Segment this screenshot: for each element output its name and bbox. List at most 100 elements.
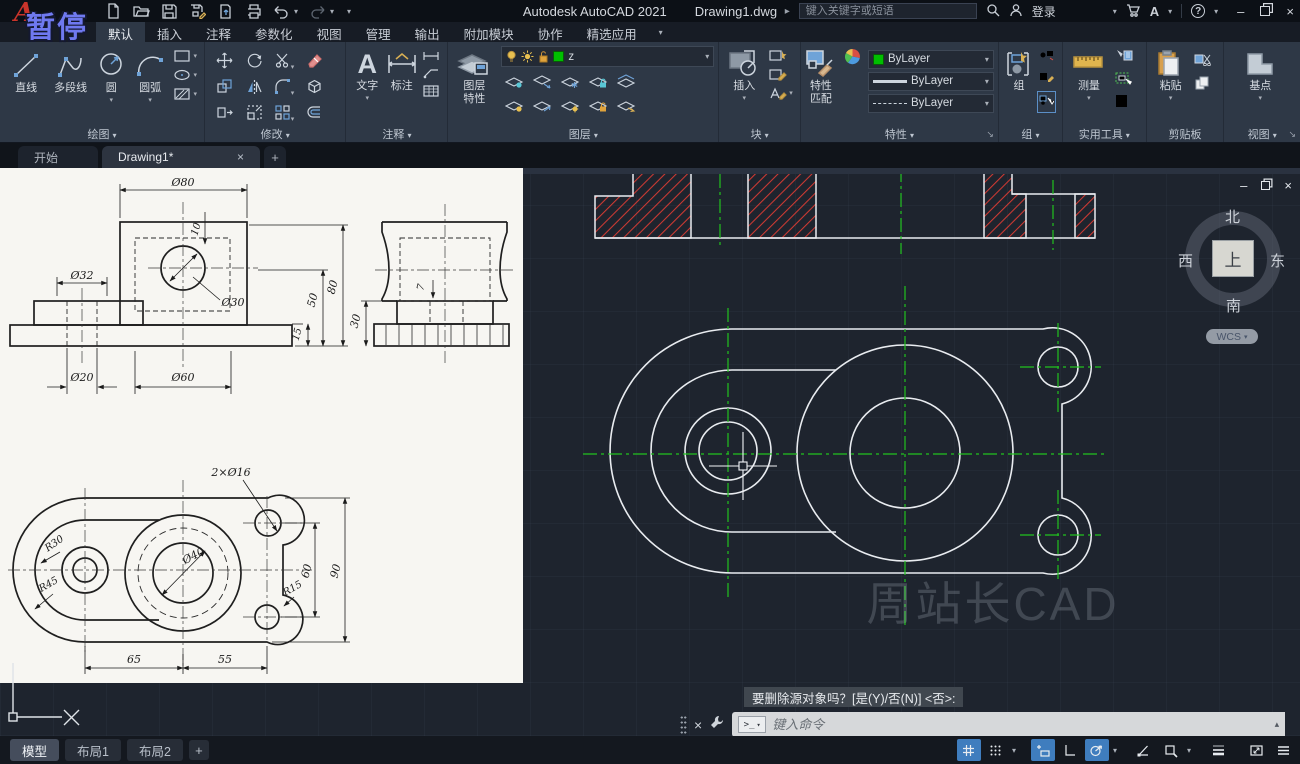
trim-icon[interactable]: ▾ [274, 52, 295, 74]
osnap-settings-toggle[interactable] [1159, 739, 1183, 761]
drawing-close-button[interactable]: × [1284, 178, 1292, 193]
minimize-button[interactable]: – [1237, 4, 1244, 19]
dimension-button[interactable]: 标注 [384, 46, 419, 102]
base-point-button[interactable]: 基点 ▾ [1228, 46, 1292, 102]
mirror-icon[interactable] [246, 78, 263, 100]
panel-label-clipboard[interactable]: 剪贴板 [1147, 126, 1224, 141]
reference-image[interactable]: Ø80 Ø32 10 Ø30 Ø20 Ø60 [0, 168, 523, 683]
copy-clip-icon[interactable] [1194, 76, 1212, 95]
dynamic-input-toggle[interactable] [1031, 739, 1055, 761]
object-color-dropdown[interactable]: ByLayer ▾ [868, 50, 994, 69]
plot-web-button[interactable] [217, 3, 234, 20]
search-icon[interactable] [986, 3, 1000, 20]
help-search-input[interactable] [799, 3, 977, 19]
layer-properties-button[interactable]: 图层特性 [452, 46, 496, 118]
table-button[interactable] [422, 84, 440, 97]
tab-annotate[interactable]: 注释 [194, 22, 243, 42]
base-flyout[interactable]: ▾ [1259, 94, 1263, 102]
tab-insert[interactable]: 插入 [145, 22, 194, 42]
lineweight-dropdown[interactable]: ByLayer ▾ [868, 72, 994, 91]
measure-button[interactable]: 测量 ▾ [1067, 46, 1111, 115]
viewcube-north-label[interactable]: 北 [1225, 206, 1240, 227]
match-properties-button[interactable]: 特性匹配 [805, 46, 837, 116]
tab-manage[interactable]: 管理 [354, 22, 403, 42]
lineweight-toggle[interactable] [1206, 739, 1230, 761]
panel-label-annotate[interactable]: 注释 ▾ [346, 126, 447, 141]
save-as-button[interactable] [189, 3, 206, 20]
user-icon[interactable] [1009, 3, 1023, 20]
undo-button[interactable] [273, 3, 290, 20]
layout2-tab[interactable]: 布局2 [127, 739, 183, 761]
app-dropdown[interactable]: ▾ [1168, 7, 1172, 16]
tab-output[interactable]: 输出 [403, 22, 452, 42]
drawing-minimize-button[interactable]: – [1240, 178, 1247, 193]
insert-flyout[interactable]: ▾ [743, 94, 747, 102]
group-button[interactable]: 组 [1003, 46, 1035, 114]
leader-button[interactable] [422, 67, 440, 79]
tab-addins[interactable]: 附加模块 [452, 22, 526, 42]
array-icon[interactable]: ▾ [274, 104, 295, 126]
autodesk-app-icon[interactable]: A [1150, 4, 1159, 19]
define-attributes-button[interactable]: ▾ [768, 86, 793, 100]
line-button[interactable]: 直线 [4, 46, 48, 104]
copy-icon[interactable] [216, 78, 233, 100]
panel-label-modify[interactable]: 修改 ▾ [205, 126, 345, 141]
layer-match-tool-icon[interactable] [533, 98, 552, 118]
edit-block-button[interactable] [768, 67, 793, 81]
panel-label-layers[interactable]: 图层 ▾ [448, 126, 718, 141]
create-block-button[interactable] [768, 48, 793, 62]
layer-thaw-tool-icon[interactable] [561, 98, 580, 118]
clean-screen-toggle[interactable] [1244, 739, 1268, 761]
viewcube-west-label[interactable]: 西 [1178, 250, 1193, 271]
osnap-dropdown[interactable]: ▾ [1187, 746, 1191, 755]
command-history-expand-icon[interactable]: ▴ [1275, 719, 1280, 730]
quick-calc-select-icon[interactable] [1114, 71, 1133, 90]
viewcube-east-label[interactable]: 东 [1270, 250, 1285, 271]
arc-flyout[interactable]: ▾ [148, 96, 152, 104]
wcs-dropdown[interactable]: WCS ▾ [1206, 329, 1258, 344]
layer-dropdown-caret[interactable]: ▾ [705, 52, 709, 61]
help-dropdown[interactable]: ▾ [1214, 7, 1218, 16]
polyline-button[interactable]: 多段线 [48, 46, 92, 104]
command-customize-wrench-icon[interactable] [709, 714, 725, 735]
undo-dropdown[interactable]: ▾ [294, 7, 298, 16]
panel-label-group[interactable]: 组 ▾ [999, 126, 1062, 141]
text-flyout[interactable]: ▾ [365, 94, 369, 102]
command-prompt-icon[interactable]: >_ ▾ [738, 716, 766, 733]
layer-freeze-tool-icon[interactable] [561, 74, 580, 94]
command-input-area[interactable]: >_ ▾ ▴ [732, 712, 1285, 737]
view-expander-icon[interactable]: ↘ [1288, 129, 1296, 140]
move-icon[interactable] [216, 52, 233, 74]
offset-icon[interactable] [306, 104, 323, 126]
linear-dim-button[interactable] [422, 50, 440, 62]
command-bar-close-icon[interactable]: × [694, 717, 702, 733]
explode-icon[interactable] [306, 78, 323, 100]
panel-label-draw[interactable]: 绘图 ▾ [0, 126, 204, 141]
qat-customize-button[interactable]: ▾ [347, 7, 351, 16]
text-button[interactable]: A 文字 ▾ [350, 46, 384, 102]
paste-flyout[interactable]: ▾ [1169, 94, 1173, 102]
cut-icon[interactable] [1194, 53, 1212, 71]
rectangle-button[interactable]: ▾ [173, 49, 197, 63]
rotate-icon[interactable] [246, 52, 263, 74]
hatch-button[interactable]: ▾ [173, 87, 197, 101]
restore-button[interactable] [1260, 6, 1270, 16]
panel-label-properties[interactable]: 特性 ▾ [801, 126, 998, 141]
properties-expander-icon[interactable]: ↘ [986, 129, 994, 140]
new-drawing-tab-button[interactable]: + [264, 146, 286, 168]
lineweight-list-icon[interactable] [844, 74, 861, 92]
color-wheel-icon[interactable] [844, 48, 861, 70]
redo-dropdown[interactable]: ▾ [330, 7, 334, 16]
layer-dropdown[interactable]: z ▾ [501, 46, 714, 67]
calculator-icon[interactable] [1114, 94, 1133, 113]
panel-label-utilities[interactable]: 实用工具 ▾ [1063, 126, 1146, 141]
layer-off-tool-icon[interactable] [505, 74, 524, 94]
layer-lock-tool-icon[interactable] [589, 74, 608, 94]
quick-select-icon[interactable] [1114, 48, 1133, 67]
tab-view[interactable]: 视图 [305, 22, 354, 42]
viewcube-top-face[interactable]: 上 [1212, 240, 1254, 277]
measure-flyout[interactable]: ▾ [1087, 94, 1091, 102]
drawing1-tab[interactable]: Drawing1* × [102, 146, 260, 168]
object-snap-toggle[interactable] [1132, 739, 1156, 761]
erase-icon[interactable] [306, 52, 323, 74]
